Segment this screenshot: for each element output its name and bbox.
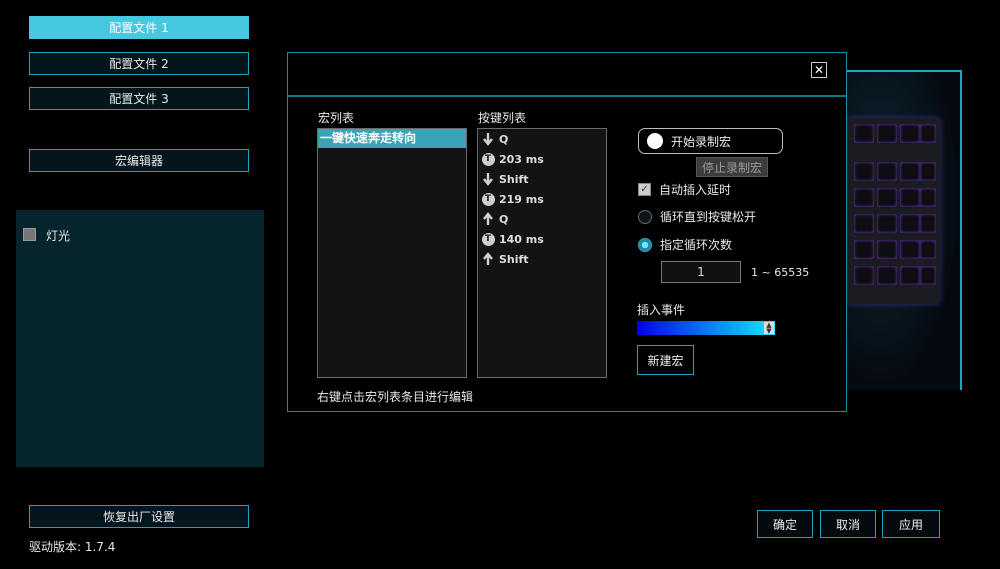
- lighting-checkbox[interactable]: [23, 228, 36, 241]
- edit-hint: 右键点击宏列表条目进行编辑: [317, 390, 474, 404]
- auto-insert-delay-label: 自动插入延时: [659, 183, 732, 197]
- macro-list[interactable]: 一键快速奔走转向: [317, 128, 467, 378]
- spinner-icon[interactable]: ▲ ▼: [764, 322, 774, 335]
- ok-button[interactable]: 确定: [757, 510, 813, 538]
- record-icon: [647, 133, 663, 149]
- apply-button[interactable]: 应用: [882, 510, 940, 538]
- profile-2-button[interactable]: 配置文件 2: [29, 52, 249, 75]
- key-event-row[interactable]: T 203 ms: [478, 149, 606, 169]
- key-event-row[interactable]: Shift: [478, 249, 606, 269]
- factory-reset-button[interactable]: 恢复出厂设置: [29, 505, 249, 528]
- key-event-row[interactable]: Q: [478, 129, 606, 149]
- macro-editor-dialog: ✕ 宏列表 一键快速奔走转向 按键列表 Q T 203 ms Shift T 219…: [287, 52, 847, 412]
- macro-editor-button[interactable]: 宏编辑器: [29, 149, 249, 172]
- key-event-row[interactable]: Q: [478, 209, 606, 229]
- specify-loop-count-label: 指定循环次数: [660, 238, 733, 252]
- specify-loop-count-option[interactable]: 指定循环次数: [638, 236, 732, 253]
- insert-event-title: 插入事件: [637, 303, 686, 317]
- driver-version: 驱动版本: 1.7.4: [29, 540, 116, 554]
- loop-until-release-radio[interactable]: [638, 209, 652, 224]
- auto-insert-delay-option[interactable]: ✓ 自动插入延时: [638, 181, 731, 198]
- cancel-button[interactable]: 取消: [820, 510, 876, 538]
- loop-until-release-label: 循环直到按键松开: [660, 210, 757, 224]
- lighting-label: 灯光: [46, 229, 71, 243]
- close-icon: ✕: [813, 63, 825, 77]
- timer-icon: T: [481, 192, 495, 206]
- start-record-button[interactable]: 开始录制宏: [638, 128, 783, 154]
- timer-icon: T: [481, 232, 495, 246]
- new-macro-button[interactable]: 新建宏: [637, 345, 694, 375]
- stop-record-button[interactable]: 停止录制宏: [696, 157, 768, 177]
- settings-panel: 灯光: [16, 210, 264, 467]
- close-button[interactable]: ✕: [811, 62, 827, 78]
- arrow-up-icon: [481, 212, 495, 226]
- key-event-row[interactable]: T 140 ms: [478, 229, 606, 249]
- insert-event-select[interactable]: ▲ ▼: [637, 321, 775, 335]
- macro-list-item[interactable]: 一键快速奔走转向: [318, 129, 466, 148]
- start-record-label: 开始录制宏: [671, 134, 732, 149]
- dialog-header: [288, 53, 846, 97]
- key-event-row[interactable]: Shift: [478, 169, 606, 189]
- keyboard-image: [846, 118, 940, 304]
- check-icon[interactable]: ✓: [638, 183, 651, 196]
- arrow-up-icon: [481, 252, 495, 266]
- profile-1-button[interactable]: 配置文件 1: [29, 16, 249, 39]
- key-event-row[interactable]: T 219 ms: [478, 189, 606, 209]
- loop-count-input[interactable]: 1: [661, 261, 741, 283]
- timer-icon: T: [481, 152, 495, 166]
- loop-count-range: 1 ~ 65535: [751, 266, 810, 279]
- arrow-down-icon: [481, 172, 495, 186]
- macro-list-title: 宏列表: [318, 111, 355, 125]
- key-event-list[interactable]: Q T 203 ms Shift T 219 ms Q T 140 ms Shift: [477, 128, 607, 378]
- specify-loop-count-radio[interactable]: [638, 237, 652, 252]
- profile-3-button[interactable]: 配置文件 3: [29, 87, 249, 110]
- loop-until-release-option[interactable]: 循环直到按键松开: [638, 208, 756, 225]
- key-list-title: 按键列表: [478, 111, 527, 125]
- arrow-down-icon: [481, 132, 495, 146]
